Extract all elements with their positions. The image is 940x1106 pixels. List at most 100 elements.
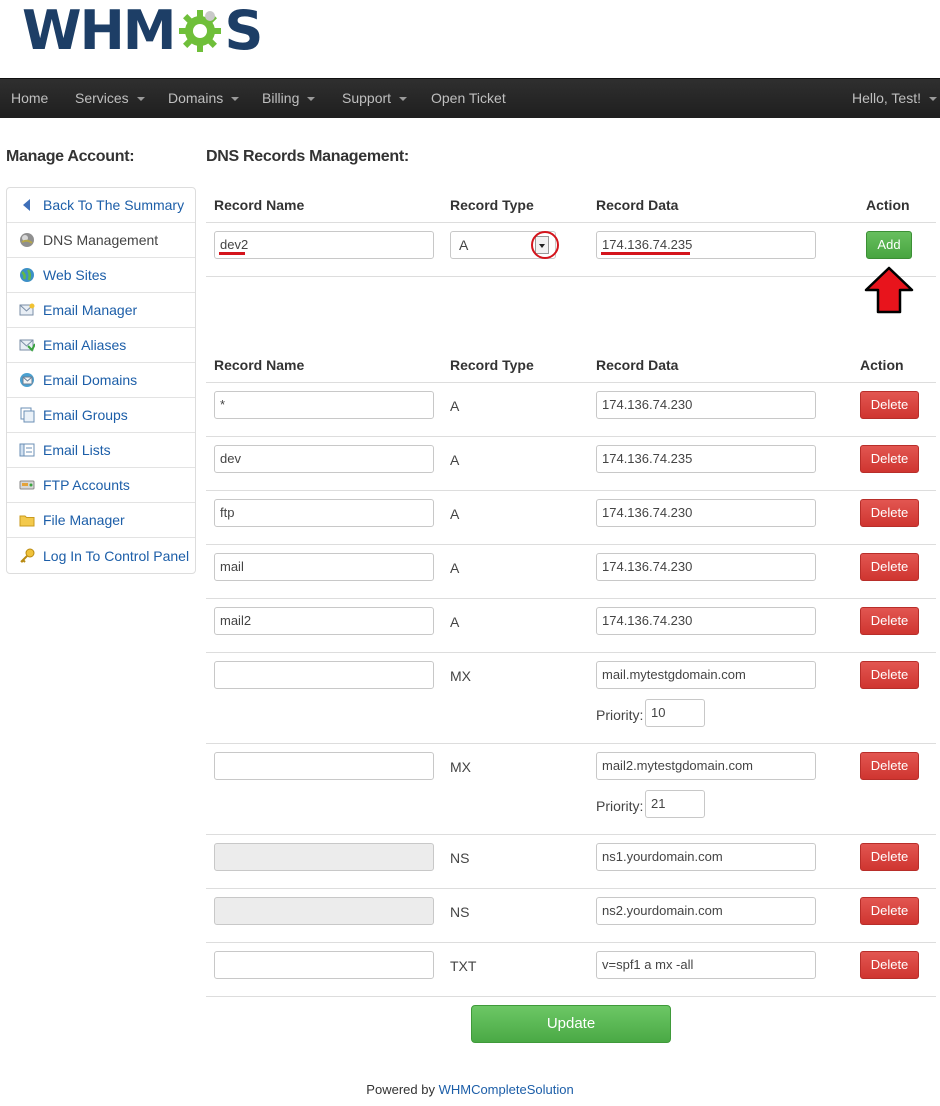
nav-domains[interactable]: Domains [168,79,240,119]
record-data-input[interactable]: 174.136.74.235 [596,445,816,473]
envelope-icon [19,337,35,353]
page-title: DNS Records Management: [206,148,409,165]
sidebar-menu: Back To The Summary DNS Management Web S… [6,187,196,574]
divider [206,222,936,223]
delete-record-button[interactable]: Delete [860,752,919,780]
divider [206,598,936,599]
record-data-input[interactable]: mail2.mytestgdomain.com [596,752,816,780]
record-data-input[interactable]: 174.136.74.230 [596,553,816,581]
header-record-type: Record Type [450,357,534,373]
record-data-input[interactable]: 174.136.74.230 [596,499,816,527]
divider [206,834,936,835]
annotation-circle [531,231,559,259]
record-name-input [214,897,434,925]
sidebar-item-dns-management[interactable]: DNS Management [7,223,195,258]
record-name-input[interactable]: * [214,391,434,419]
delete-record-button[interactable]: Delete [860,499,919,527]
header-record-type: Record Type [450,197,534,213]
nav-open-ticket[interactable]: Open Ticket [431,79,506,119]
divider [206,276,936,277]
folder-icon [19,512,35,528]
email-domain-icon [19,372,35,388]
sidebar-item-email-domains[interactable]: Email Domains [7,363,195,398]
divider [206,490,936,491]
key-icon [19,548,35,564]
annotation-underline [601,252,690,255]
record-data-input[interactable]: 174.136.74.230 [596,607,816,635]
gear-icon [178,10,221,52]
sidebar-item-email-groups[interactable]: Email Groups [7,398,195,433]
record-name-input[interactable] [214,752,434,780]
sidebar-item-log-in-control-panel[interactable]: Log In To Control Panel [7,538,195,573]
delete-record-button[interactable]: Delete [860,445,919,473]
record-data-input[interactable]: mail.mytestgdomain.com [596,661,816,689]
sidebar-item-ftp-accounts[interactable]: FTP Accounts [7,468,195,503]
priority-input[interactable]: 21 [645,790,705,818]
record-type: NS [450,850,470,866]
sidebar-title: Manage Account: [6,148,135,165]
record-type: MX [450,668,471,684]
record-type: A [450,452,460,468]
header-action: Action [860,357,904,373]
priority-label: Priority: [596,707,644,723]
nav-user-menu[interactable]: Hello, Test! [852,79,937,119]
add-record-button[interactable]: Add [866,231,912,259]
delete-record-button[interactable]: Delete [860,951,919,979]
record-type: TXT [450,958,477,974]
nav-home[interactable]: Home [11,79,48,119]
nav-support[interactable]: Support [342,79,408,119]
delete-record-button[interactable]: Delete [860,607,919,635]
record-name-input[interactable] [214,661,434,689]
record-name-input[interactable]: ftp [214,499,434,527]
nav-services[interactable]: Services [75,79,145,119]
record-name-input[interactable] [214,951,434,979]
divider [206,996,936,997]
header-record-data: Record Data [596,197,679,213]
footer-link[interactable]: WHMCompleteSolution [439,1082,574,1097]
record-data-input[interactable]: ns1.yourdomain.com [596,843,816,871]
triangle-left-icon [19,197,35,213]
header-record-data: Record Data [596,357,679,373]
nav-billing[interactable]: Billing [262,79,316,119]
logo[interactable]: WHM S [22,4,263,58]
divider [206,652,936,653]
sidebar-item-email-lists[interactable]: Email Lists [7,433,195,468]
divider [206,743,936,744]
ftp-icon [19,477,35,493]
header-record-name: Record Name [214,197,305,213]
record-data-input[interactable]: v=spf1 a mx -all [596,951,816,979]
sidebar-item-web-sites[interactable]: Web Sites [7,258,195,293]
caret-down-icon [307,97,316,102]
record-type: A [450,398,460,414]
globe-icon [19,267,35,283]
logo-text-end: S [224,0,264,62]
record-name-input[interactable]: mail2 [214,607,434,635]
new-record-type-value: A [459,237,469,253]
globe-icon [19,232,35,248]
priority-input[interactable]: 10 [645,699,705,727]
record-data-input[interactable]: ns2.yourdomain.com [596,897,816,925]
record-data-input[interactable]: 174.136.74.230 [596,391,816,419]
delete-record-button[interactable]: Delete [860,843,919,871]
record-type: A [450,506,460,522]
sidebar-item-email-aliases[interactable]: Email Aliases [7,328,195,363]
sidebar-item-file-manager[interactable]: File Manager [7,503,195,538]
delete-record-button[interactable]: Delete [860,897,919,925]
update-button[interactable]: Update [471,1005,671,1043]
delete-record-button[interactable]: Delete [860,553,919,581]
sidebar-item-email-manager[interactable]: Email Manager [7,293,195,328]
delete-record-button[interactable]: Delete [860,661,919,689]
new-record-name-input[interactable]: dev2 [214,231,434,259]
divider [206,382,936,383]
record-name-input[interactable]: dev [214,445,434,473]
logo-text: WHM [22,0,176,62]
caret-down-icon [399,97,408,102]
record-name-input[interactable]: mail [214,553,434,581]
sidebar-item-back-to-summary[interactable]: Back To The Summary [7,188,195,223]
envelope-icon [19,302,35,318]
priority-label: Priority: [596,798,644,814]
annotation-underline [219,252,245,255]
delete-record-button[interactable]: Delete [860,391,919,419]
list-icon [19,442,35,458]
top-navbar: Home Services Domains Billing Support Op… [0,78,940,118]
